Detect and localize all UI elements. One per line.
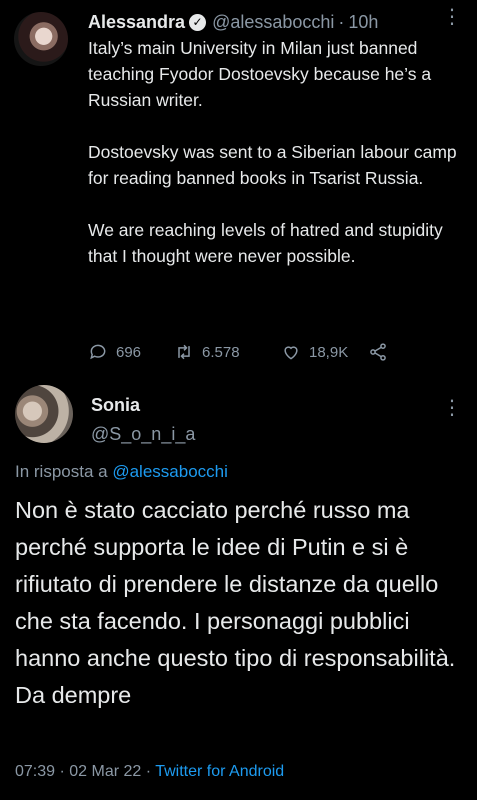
timestamp[interactable]: 07:39 · 02 Mar 22 ·	[15, 763, 151, 780]
user-handle[interactable]: @alessabocchi	[212, 12, 334, 33]
tweet-paragraph: We are reaching levels of hatred and stu…	[88, 220, 443, 266]
user-handle[interactable]: @S_o_n_i_a	[91, 424, 195, 445]
like-count: 18,9K	[309, 343, 349, 361]
reply-prefix: In risposta a	[15, 462, 108, 481]
display-name[interactable]: Sonia	[91, 395, 140, 416]
tweet-paragraph: Italy’s main University in Milan just ba…	[88, 38, 432, 110]
tweet-actions: 696 6.578 18,9K	[88, 340, 396, 364]
like-icon	[284, 346, 298, 360]
reply-count: 696	[116, 343, 142, 361]
more-options-icon[interactable]: ⋮	[442, 7, 462, 27]
reply-text: Non è stato cacciato perché russo ma per…	[15, 497, 456, 708]
retweet-icon	[178, 344, 190, 360]
reply-icon	[90, 344, 106, 360]
tweet-paragraph: Dostoevsky was sent to a Siberian labour…	[88, 142, 457, 188]
more-options-icon[interactable]: ⋮	[442, 395, 462, 420]
reply-context: In risposta a @alessabocchi	[15, 462, 228, 482]
retweet-count: 6.578	[202, 343, 240, 361]
source-link[interactable]: Twitter for Android	[155, 763, 284, 780]
separator-dot: ·	[338, 11, 345, 32]
tweet-metadata: 07:39 · 02 Mar 22 · Twitter for Android	[15, 763, 284, 781]
original-tweet: Alessandra ✓ @alessabocchi · 10h ⋮ Italy…	[0, 0, 477, 378]
share-button[interactable]	[368, 342, 396, 362]
tweet-text: Italy’s main University in Milan just ba…	[88, 35, 468, 295]
reply-to-link[interactable]: @alessabocchi	[112, 462, 228, 481]
tweet-time[interactable]: 10h	[348, 12, 378, 33]
retweet-button[interactable]: 6.578	[174, 342, 281, 362]
like-button[interactable]: 18,9K	[281, 342, 368, 362]
verified-badge-icon: ✓	[189, 13, 207, 31]
tweet-header: Alessandra ✓ @alessabocchi · 10h	[88, 10, 458, 34]
share-icon	[370, 343, 386, 361]
display-name[interactable]: Alessandra	[88, 12, 185, 33]
avatar[interactable]	[14, 12, 68, 66]
avatar[interactable]	[15, 385, 73, 443]
reply-button[interactable]: 696	[88, 342, 174, 362]
